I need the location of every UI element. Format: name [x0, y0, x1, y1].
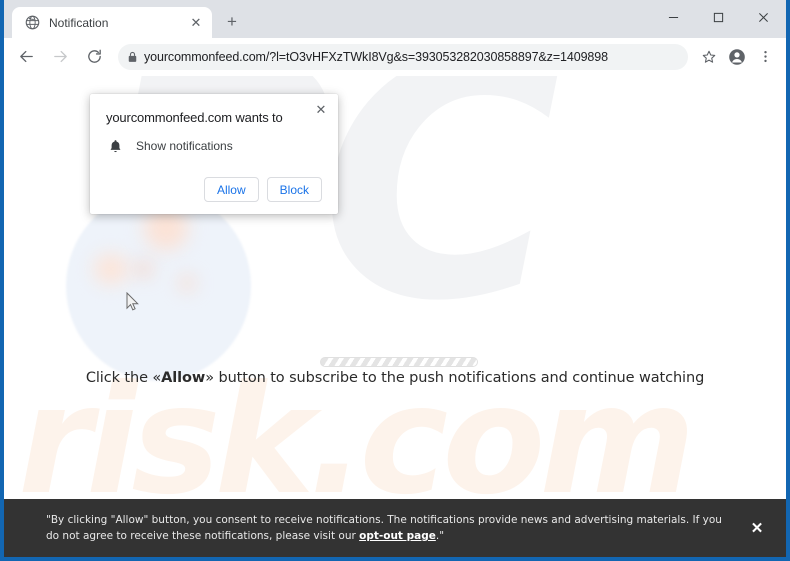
star-icon[interactable] — [696, 44, 722, 70]
address-bar[interactable]: yourcommonfeed.com/?l=tO3vHFXzTWkI8Vg&s=… — [118, 43, 688, 70]
opt-out-page-link[interactable]: opt-out page — [359, 530, 436, 542]
headline-text-before: Click the « — [85, 370, 162, 386]
minimize-button[interactable] — [651, 0, 696, 34]
page-viewport: PC risk.com Click the «Allow» button to … — [4, 76, 786, 557]
headline-allow-emphasis: Allow — [161, 370, 206, 386]
page-headline: Click the «Allow» button to subscribe to… — [4, 370, 786, 386]
maximize-button[interactable] — [696, 0, 741, 34]
decorative-dot-d — [180, 276, 194, 290]
consent-banner-close-icon[interactable]: ✕ — [744, 515, 770, 541]
tab-strip: Notification ✕ + — [4, 0, 786, 38]
decorative-dot-c — [137, 262, 151, 276]
consent-banner: "By clicking "Allow" button, you consent… — [4, 499, 786, 557]
forward-arrow-icon — [46, 43, 74, 71]
popup-permission-row: Show notifications — [106, 137, 322, 155]
loading-progress-bar — [320, 357, 478, 367]
reload-icon[interactable] — [80, 43, 108, 71]
bell-icon — [106, 137, 124, 155]
lock-icon — [120, 45, 144, 69]
popup-permission-label: Show notifications — [136, 139, 233, 153]
headline-text-after: » button to subscribe to the push notifi… — [205, 370, 705, 386]
close-window-button[interactable] — [741, 0, 786, 34]
allow-button[interactable]: Allow — [203, 177, 259, 202]
popup-close-icon[interactable]: ✕ — [312, 100, 330, 118]
back-arrow-icon[interactable] — [12, 43, 40, 71]
browser-tab[interactable]: Notification ✕ — [12, 7, 212, 38]
three-dot-menu-icon[interactable] — [752, 44, 778, 70]
window-controls — [651, 0, 786, 34]
address-bar-url: yourcommonfeed.com/?l=tO3vHFXzTWkI8Vg&s=… — [144, 49, 608, 64]
globe-icon — [24, 15, 40, 31]
browser-window: Notification ✕ + yourcommonfeed.com/?l=t… — [4, 0, 786, 557]
popup-title: yourcommonfeed.com wants to — [106, 110, 283, 125]
tab-title: Notification — [49, 15, 109, 30]
watermark-risk: risk.com — [18, 354, 696, 528]
new-tab-button[interactable]: + — [218, 8, 246, 36]
decorative-dot-b — [94, 254, 128, 284]
notification-permission-popup: ✕ yourcommonfeed.com wants to Show notif… — [90, 94, 338, 214]
popup-actions: Allow Block — [106, 177, 322, 202]
browser-toolbar: yourcommonfeed.com/?l=tO3vHFXzTWkI8Vg&s=… — [4, 38, 786, 76]
profile-avatar-icon[interactable] — [724, 44, 750, 70]
block-button[interactable]: Block — [266, 177, 322, 202]
consent-text-part2: ." — [435, 530, 445, 542]
tab-close-icon[interactable]: ✕ — [188, 15, 204, 31]
window-frame: Notification ✕ + yourcommonfeed.com/?l=t… — [0, 0, 790, 561]
consent-banner-text: "By clicking "Allow" button, you consent… — [46, 512, 744, 545]
